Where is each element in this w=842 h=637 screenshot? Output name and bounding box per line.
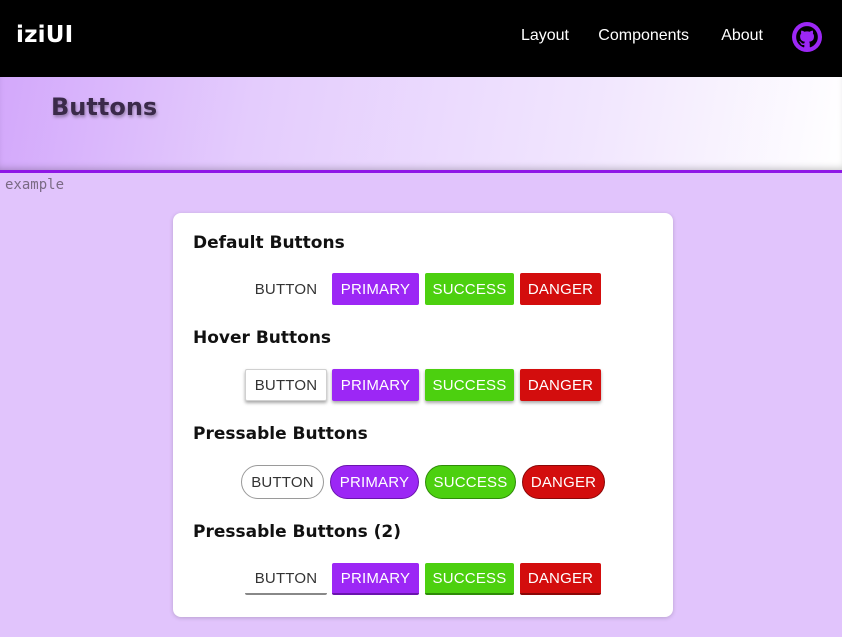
page-header-banner: Buttons [0, 77, 842, 171]
default-primary-button[interactable]: PRIMARY [332, 273, 419, 305]
pressable-2-danger-button[interactable]: DANGER [520, 563, 601, 595]
github-icon[interactable] [792, 22, 822, 52]
example-tag: example [5, 177, 65, 193]
pressable-button[interactable]: BUTTON [241, 465, 324, 499]
top-navbar: iziUI Layout Components About [0, 0, 842, 77]
pressable-primary-button[interactable]: PRIMARY [330, 465, 419, 499]
buttons-card: Default Buttons BUTTON PRIMARY SUCCESS D… [173, 213, 673, 617]
hover-primary-button[interactable]: PRIMARY [332, 369, 419, 401]
section-title-pressable-2: Pressable Buttons (2) [193, 522, 402, 542]
pressable-success-button[interactable]: SUCCESS [425, 465, 516, 499]
default-success-button[interactable]: SUCCESS [425, 273, 514, 305]
nav-links: Layout Components About [0, 27, 842, 49]
section-title-hover: Hover Buttons [193, 328, 332, 348]
pressable-2-success-button[interactable]: SUCCESS [425, 563, 514, 595]
pressable-2-button[interactable]: BUTTON [245, 563, 327, 595]
hover-success-button[interactable]: SUCCESS [425, 369, 514, 401]
hover-button[interactable]: BUTTON [245, 369, 327, 401]
pressable-2-buttons-row: BUTTON PRIMARY SUCCESS DANGER [173, 563, 673, 597]
pressable-2-primary-button[interactable]: PRIMARY [332, 563, 419, 595]
nav-link-components[interactable]: Components [598, 27, 689, 45]
hover-buttons-row: BUTTON PRIMARY SUCCESS DANGER [173, 369, 673, 403]
section-title-pressable: Pressable Buttons [193, 424, 368, 444]
pressable-danger-button[interactable]: DANGER [522, 465, 605, 499]
page-title: Buttons [51, 93, 158, 121]
section-title-default: Default Buttons [193, 233, 345, 253]
nav-link-layout[interactable]: Layout [521, 27, 569, 45]
pressable-buttons-row: BUTTON PRIMARY SUCCESS DANGER [173, 465, 673, 499]
default-button[interactable]: BUTTON [245, 273, 327, 305]
nav-link-about[interactable]: About [721, 27, 763, 45]
hover-danger-button[interactable]: DANGER [520, 369, 601, 401]
default-danger-button[interactable]: DANGER [520, 273, 601, 305]
header-divider [0, 170, 842, 173]
default-buttons-row: BUTTON PRIMARY SUCCESS DANGER [173, 273, 673, 307]
